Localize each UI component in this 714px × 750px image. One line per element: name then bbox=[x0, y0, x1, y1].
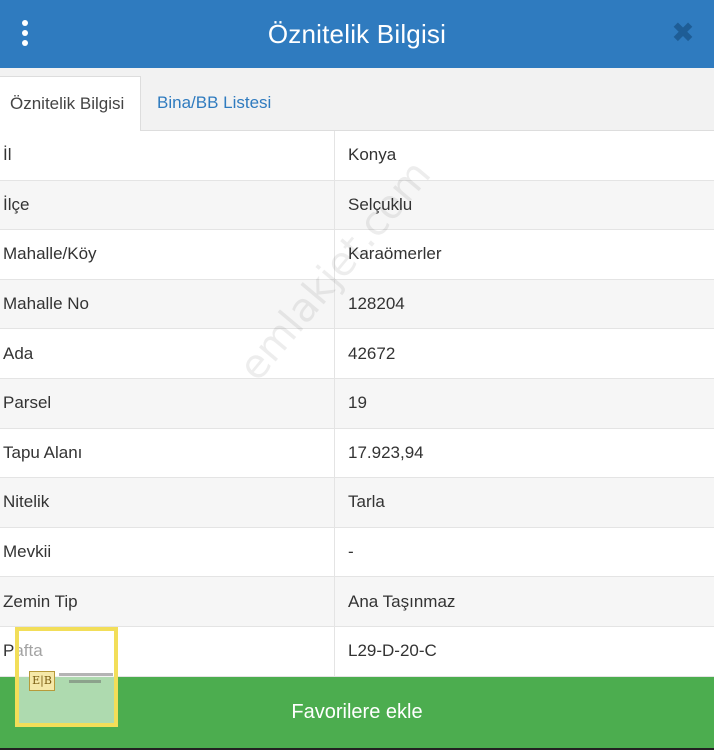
table-row: Mahalle/Köy Karaömerler bbox=[0, 230, 714, 280]
table-row: Parsel 19 bbox=[0, 378, 714, 429]
tab-attribute-info[interactable]: Öznitelik Bilgisi bbox=[0, 76, 141, 132]
attribute-info-panel: Öznitelik Bilgisi ✖ Öznitelik Bilgisi Bi… bbox=[0, 0, 714, 750]
row-label: Mahalle/Köy bbox=[3, 244, 97, 264]
attribute-table: İl Konya İlçe Selçuklu Mahalle/Köy Karaö… bbox=[0, 131, 714, 677]
logo-text-lines bbox=[59, 673, 113, 687]
row-label: Mevkii bbox=[3, 542, 52, 562]
row-value: - bbox=[334, 527, 714, 577]
table-row: İlçe Selçuklu bbox=[0, 180, 714, 231]
row-label: İl bbox=[3, 145, 12, 165]
row-label: Zemin Tip bbox=[3, 591, 78, 611]
row-value: Konya bbox=[334, 131, 714, 180]
table-row: Mevkii - bbox=[0, 527, 714, 578]
row-value: Karaömerler bbox=[334, 230, 714, 279]
row-value: Tarla bbox=[334, 478, 714, 527]
row-label: Parsel bbox=[3, 393, 52, 413]
panel-header: Öznitelik Bilgisi ✖ bbox=[0, 0, 714, 68]
kebab-menu-icon[interactable] bbox=[18, 18, 32, 48]
row-value: 128204 bbox=[334, 279, 714, 329]
table-row: Ada 42672 bbox=[0, 329, 714, 379]
row-value: 17.923,94 bbox=[334, 428, 714, 478]
row-value: 19 bbox=[334, 378, 714, 428]
table-row: Nitelik Tarla bbox=[0, 478, 714, 528]
table-row: Mahalle No 128204 bbox=[0, 279, 714, 330]
row-label: Ada bbox=[3, 343, 34, 363]
row-label: Tapu Alanı bbox=[3, 442, 83, 462]
row-value: Ana Taşınmaz bbox=[334, 577, 714, 626]
row-label: İlçe bbox=[3, 194, 30, 214]
table-row: Zemin Tip Ana Taşınmaz bbox=[0, 577, 714, 627]
logo-letters: E|B bbox=[29, 671, 55, 691]
tab-building-list[interactable]: Bina/BB Listesi bbox=[147, 76, 281, 132]
row-value: 42672 bbox=[334, 329, 714, 378]
panel-title: Öznitelik Bilgisi bbox=[267, 18, 447, 49]
row-value: L29-D-20-C bbox=[334, 626, 714, 676]
close-icon[interactable]: ✖ bbox=[666, 16, 700, 50]
agency-logo: E|B bbox=[15, 627, 118, 727]
row-label: Nitelik bbox=[3, 492, 50, 512]
tab-bar: Öznitelik Bilgisi Bina/BB Listesi bbox=[0, 68, 714, 132]
row-label: Mahalle No bbox=[3, 294, 89, 314]
table-row: Tapu Alanı 17.923,94 bbox=[0, 428, 714, 479]
row-value: Selçuklu bbox=[334, 180, 714, 230]
table-row: İl Konya bbox=[0, 131, 714, 181]
